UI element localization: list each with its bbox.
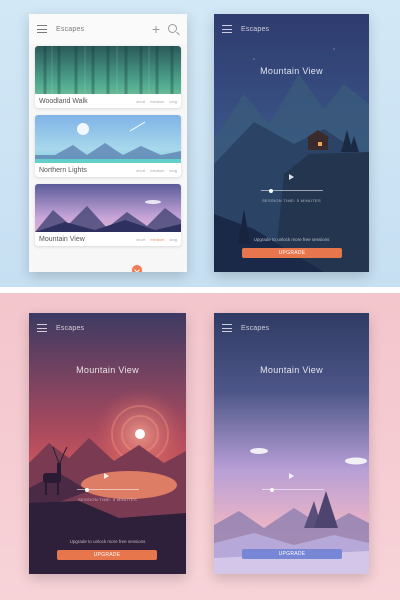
app-title: Escapes: [241, 324, 270, 332]
duration-short[interactable]: short: [136, 237, 145, 242]
cloud-icon: [345, 457, 367, 465]
session-progress-knob[interactable]: [270, 487, 274, 492]
menu-icon[interactable]: [37, 25, 47, 33]
night-top-bar: Escapes: [214, 14, 369, 44]
session-progress-knob[interactable]: [269, 188, 273, 193]
session-time: SESSION TIME: 5 MINUTES: [78, 497, 137, 502]
play-icon[interactable]: [289, 174, 294, 180]
duration-long[interactable]: long: [169, 237, 177, 242]
session-time: SESSION TIME: 5 MINUTES: [262, 198, 321, 203]
sun-icon: [135, 429, 145, 439]
dusk-session-screen: Escapes Mountain View UPGRADE: [214, 313, 369, 574]
duration-medium[interactable]: medium: [150, 237, 164, 242]
card-woodland-walk[interactable]: Woodland Walk short medium long: [35, 46, 181, 108]
scene-title: Mountain View: [260, 365, 323, 375]
duration-short[interactable]: short: [136, 99, 145, 104]
dusk-top-bar: Escapes: [214, 313, 369, 343]
chevron-down-icon[interactable]: [132, 265, 142, 272]
card-mountain-view[interactable]: Mountain View short medium long: [35, 184, 181, 246]
upgrade-button[interactable]: UPGRADE: [242, 549, 342, 559]
menu-icon[interactable]: [222, 324, 232, 332]
night-session-screen: Escapes Mountain View SESSION TIME: 5 MI…: [214, 14, 369, 272]
duration-long[interactable]: long: [169, 168, 177, 173]
card-title: Woodland Walk: [39, 97, 88, 105]
card-footer: Mountain View short medium long: [35, 232, 181, 246]
sunset-session-screen: Escapes Mountain View SESSION TIME: 5 MI…: [29, 313, 186, 574]
duration-medium[interactable]: medium: [150, 99, 164, 104]
app-title: Escapes: [56, 25, 85, 33]
menu-icon[interactable]: [37, 324, 47, 332]
library-top-bar: Escapes: [29, 14, 187, 44]
play-icon[interactable]: [289, 473, 294, 479]
upgrade-button[interactable]: UPGRADE: [242, 248, 342, 258]
night-mountain-scene: [214, 14, 369, 272]
card-footer: Northern Lights short medium long: [35, 163, 181, 177]
duration-medium[interactable]: medium: [150, 168, 164, 173]
moon-icon: [77, 123, 89, 135]
scene-title: Mountain View: [76, 365, 139, 375]
card-title: Mountain View: [39, 235, 85, 243]
scene-title: Mountain View: [260, 66, 323, 76]
plus-icon[interactable]: +: [152, 22, 160, 36]
duration-short[interactable]: short: [136, 168, 145, 173]
session-progress-knob[interactable]: [85, 487, 89, 492]
menu-icon[interactable]: [222, 25, 232, 33]
sunset-top-bar: Escapes: [29, 313, 186, 343]
dusk-mountain-scene: [214, 313, 369, 574]
app-title: Escapes: [241, 25, 270, 33]
card-northern-lights[interactable]: Northern Lights short medium long: [35, 115, 181, 177]
cloud-icon: [250, 448, 268, 454]
upsell-text: Upgrade to unlock more free sessions: [253, 237, 330, 242]
play-icon[interactable]: [104, 473, 109, 479]
duration-long[interactable]: long: [169, 99, 177, 104]
upsell-text: Upgrade to unlock more free sessions: [69, 539, 146, 544]
card-title: Northern Lights: [39, 166, 87, 174]
app-title: Escapes: [56, 324, 85, 332]
library-screen: Escapes + Woodland Walk short medium lon…: [29, 14, 187, 272]
search-icon[interactable]: [168, 24, 177, 33]
sunset-deer-scene: [29, 313, 186, 574]
upgrade-button[interactable]: UPGRADE: [57, 550, 157, 560]
card-footer: Woodland Walk short medium long: [35, 94, 181, 108]
